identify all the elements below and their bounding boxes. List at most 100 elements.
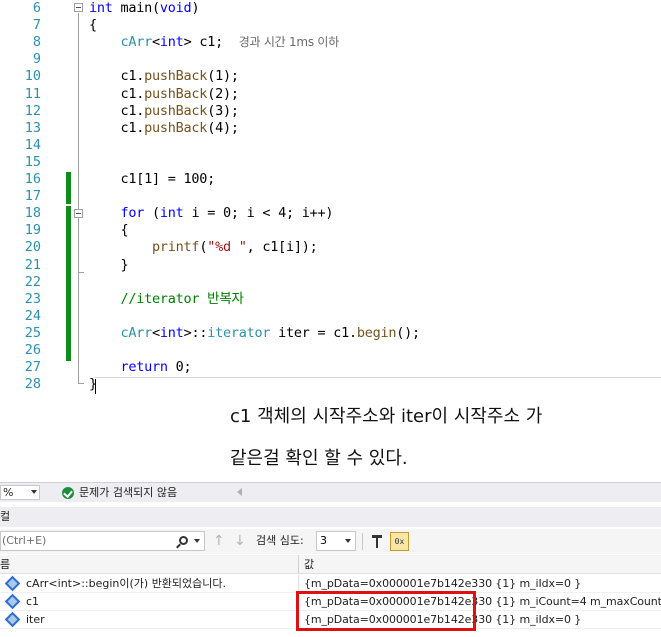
code-line[interactable]: 25 cArr<int>::iterator iter = c1.begin()… xyxy=(0,325,661,342)
inline-hint: 경과 시간 1ms 이하 xyxy=(238,35,340,50)
code-line[interactable]: 8 cArr<int> c1; 경과 시간 1ms 이하 xyxy=(0,34,661,51)
code-line[interactable]: 23 //iterator 반복자 xyxy=(0,291,661,308)
code-token: c1. xyxy=(89,68,145,85)
field-icon xyxy=(4,575,21,592)
line-number: 16 xyxy=(24,171,41,187)
line-number: 13 xyxy=(24,119,41,136)
code-line[interactable]: 17 xyxy=(0,188,661,205)
code-line[interactable]: 16 c1[1] = 100; xyxy=(0,171,661,188)
zoom-value: % xyxy=(3,486,14,499)
code-line[interactable]: 12 c1.pushBack(3); xyxy=(0,103,661,120)
code-token: begin xyxy=(356,324,397,341)
line-number: 22 xyxy=(24,273,41,290)
code-line[interactable]: 10 c1.pushBack(1); xyxy=(0,68,661,85)
column-header-name[interactable]: 름 xyxy=(0,558,10,572)
line-number: 17 xyxy=(24,188,41,205)
code-line[interactable]: 21 } xyxy=(0,257,661,274)
code-token: pushBack xyxy=(144,68,208,85)
row-name: cArr<int>::begin이(가) 반환되었습니다. xyxy=(26,577,227,590)
hex-display-icon[interactable]: 0x xyxy=(390,532,409,551)
row-value[interactable]: {m_pData=0x000001e7b142e330 {1} m_iIdx=0… xyxy=(304,577,581,591)
code-token: ( xyxy=(144,205,160,222)
toolbar-divider xyxy=(362,533,363,550)
code-editor[interactable]: 6 int main(void) 7{8 cArr<int> c1; 경과 시간 1… xyxy=(0,0,661,396)
code-line[interactable]: 11 c1.pushBack(2); xyxy=(0,86,661,103)
code-line[interactable]: 22 xyxy=(0,274,661,291)
current-line-marker xyxy=(95,377,661,378)
locals-search-input[interactable]: (Ctrl+E) xyxy=(0,531,205,551)
line-number: 15 xyxy=(24,153,41,170)
line-number: 6 xyxy=(32,0,41,16)
code-line[interactable]: 14 xyxy=(0,137,661,154)
line-number: 14 xyxy=(24,136,41,153)
code-line[interactable]: 27 return 0; xyxy=(0,359,661,376)
search-depth-dropdown[interactable]: 3 xyxy=(316,531,356,551)
line-number: 26 xyxy=(24,342,41,358)
line-number: 12 xyxy=(24,102,41,119)
code-line[interactable]: 15 xyxy=(0,154,661,171)
field-icon xyxy=(4,593,21,610)
code-line[interactable]: 9 xyxy=(0,51,661,68)
code-line[interactable]: 13 c1.pushBack(4); xyxy=(0,120,661,137)
code-line[interactable]: 20 printf("%d ", c1[i]); xyxy=(0,239,661,256)
code-token: < xyxy=(152,324,160,341)
code-token: (); xyxy=(396,324,420,341)
locals-toolbar: (Ctrl+E) ↑ ↓ 검색 심도: 3 0x xyxy=(0,529,661,554)
line-number: 18 xyxy=(24,205,41,222)
highlight-box xyxy=(296,591,476,631)
line-number: 24 xyxy=(24,307,41,324)
annotation-line-2: 같은걸 확인 할 수 있다. xyxy=(230,448,408,469)
chevron-down-icon xyxy=(345,539,351,543)
code-token: ) xyxy=(191,0,200,16)
code-token: iterator xyxy=(207,324,271,341)
code-token: pushBack xyxy=(144,102,208,119)
code-line[interactable]: 26 xyxy=(0,342,661,359)
code-token: int xyxy=(159,34,184,51)
locals-window-title: 컬 xyxy=(0,507,661,527)
code-line[interactable]: 24 xyxy=(0,308,661,325)
pin-icon[interactable] xyxy=(368,533,386,550)
code-token: (4); xyxy=(207,119,239,136)
code-token: int xyxy=(159,205,184,222)
code-line[interactable]: 28} xyxy=(0,376,661,393)
editor-status-bar: % 문제가 검색되지 않음 xyxy=(0,482,661,502)
column-resize-handle[interactable] xyxy=(298,555,299,574)
code-token: c1. xyxy=(89,102,145,119)
code-text: c1.pushBack(3); xyxy=(89,103,239,120)
code-token: int xyxy=(159,324,184,341)
code-text: c1.pushBack(4); xyxy=(89,120,239,137)
code-token: 0; xyxy=(167,359,192,376)
code-line[interactable]: 7{ xyxy=(0,17,661,34)
code-text: return 0; xyxy=(89,359,192,376)
code-token: c1[1] = 100; xyxy=(89,171,216,187)
code-token: { xyxy=(89,17,97,34)
issues-status[interactable]: 문제가 검색되지 않음 xyxy=(79,486,177,500)
code-token: printf xyxy=(152,239,200,256)
code-text: int main(void) xyxy=(89,0,200,17)
code-token: (2); xyxy=(207,85,239,102)
code-token: iter = c1. xyxy=(270,324,357,341)
code-token: < xyxy=(152,34,160,51)
code-text: printf("%d ", c1[i]); xyxy=(89,239,318,256)
code-token: cArr xyxy=(120,324,153,341)
search-icon[interactable] xyxy=(179,536,188,545)
chevron-down-icon[interactable] xyxy=(194,539,200,543)
zoom-dropdown[interactable]: % xyxy=(0,485,40,500)
search-next-icon[interactable]: ↓ xyxy=(234,534,246,548)
code-token: void xyxy=(159,0,192,16)
code-line[interactable]: 18 for (int i = 0; i < 4; i++) xyxy=(0,205,661,222)
code-line[interactable]: 6 int main(void) xyxy=(0,0,661,17)
code-token: c1. xyxy=(89,85,145,102)
line-number: 11 xyxy=(24,85,41,102)
line-number: 10 xyxy=(24,68,41,85)
line-number: 25 xyxy=(24,324,41,341)
code-line[interactable]: 19 { xyxy=(0,222,661,239)
column-header-value[interactable]: 값 xyxy=(304,558,314,572)
code-token: "%d " xyxy=(207,239,247,256)
search-previous-icon[interactable]: ↑ xyxy=(213,534,225,548)
code-text: { xyxy=(89,222,129,239)
scroll-left-icon[interactable] xyxy=(237,488,242,496)
text-caret xyxy=(95,379,96,394)
